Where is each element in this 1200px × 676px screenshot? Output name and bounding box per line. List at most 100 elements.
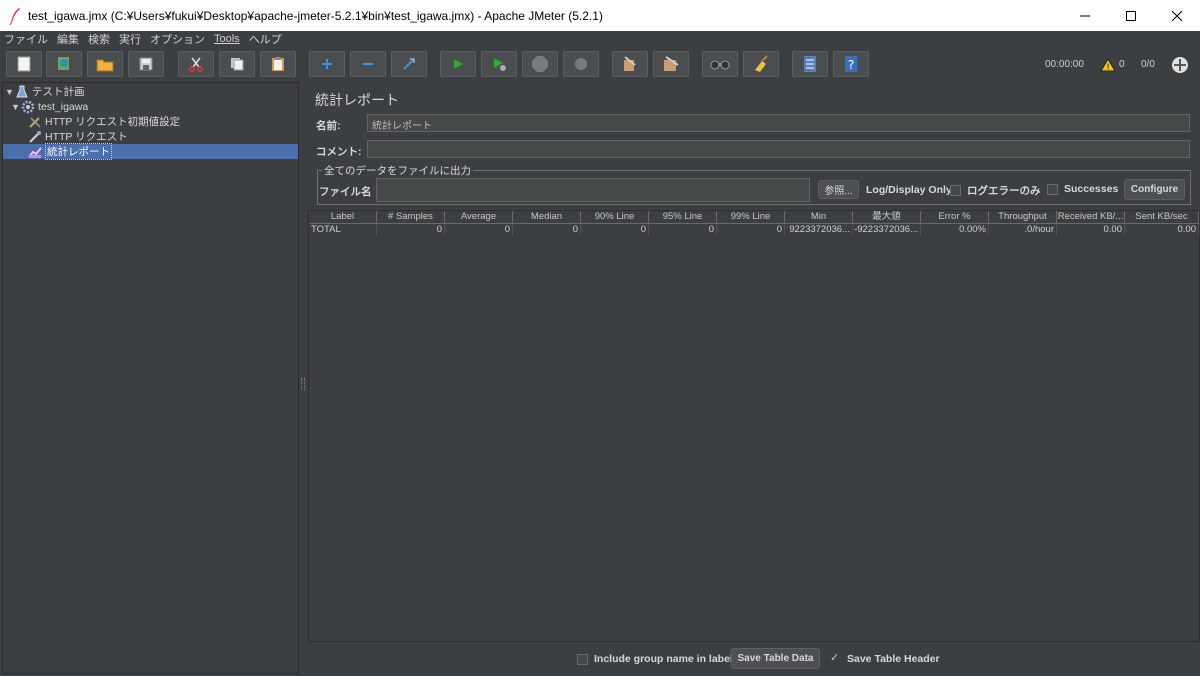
svg-text:?: ? (848, 58, 854, 72)
stop-button[interactable] (522, 51, 558, 77)
save-table-header-label: Save Table Header (847, 653, 940, 665)
search-button[interactable] (702, 51, 738, 77)
table-actions-bar: Include group name in label? Save Table … (307, 642, 1200, 676)
menu-tools[interactable]: Tools (214, 33, 240, 45)
table-header: Label # Samples Average Median 90% Line … (309, 211, 1199, 224)
column-header[interactable]: 95% Line (649, 211, 717, 224)
paste-icon (272, 57, 284, 71)
new-button[interactable] (6, 51, 42, 77)
column-header[interactable]: Sent KB/sec (1125, 211, 1199, 224)
tree-label: HTTP リクエスト初期値設定 (45, 116, 181, 128)
shutdown-button[interactable] (563, 51, 599, 77)
pane-splitter[interactable] (299, 82, 307, 674)
save-table-data-button[interactable]: Save Table Data (731, 648, 820, 669)
column-header[interactable]: Median (513, 211, 581, 224)
column-header[interactable]: 最大値 (853, 211, 921, 224)
collapse-button[interactable] (350, 51, 386, 77)
toggle-icon (403, 58, 415, 70)
clear-button[interactable] (612, 51, 648, 77)
toggle-button[interactable] (391, 51, 427, 77)
save-button[interactable] (128, 51, 164, 77)
column-header[interactable]: 99% Line (717, 211, 785, 224)
open-button[interactable] (87, 51, 123, 77)
tree-label-selected: 統計レポート (45, 143, 112, 160)
save-table-header-checkbox[interactable] (830, 651, 841, 665)
summary-report-panel: 統計レポート 名前: 統計レポート コメント: 全てのデータをファイルに出力 フ… (307, 82, 1200, 676)
expand-button[interactable] (309, 51, 345, 77)
reset-search-button[interactable] (743, 51, 779, 77)
table-cell: 9223372036... (785, 224, 853, 236)
table-row[interactable]: TOTAL 0 0 0 0 0 0 9223372036... -9223372… (309, 224, 1199, 236)
save-table-header-checkbox-wrap[interactable]: Save Table Header (830, 651, 940, 666)
help-button[interactable]: ? (833, 51, 869, 77)
window-title: test_igawa.jmx (C:¥Users¥fukui¥Desktop¥a… (28, 8, 603, 23)
listener-chart-icon (28, 146, 42, 158)
svg-text:!: ! (1107, 62, 1110, 71)
warning-icon: ! (1100, 57, 1116, 71)
templates-button[interactable] (46, 51, 82, 77)
splitter-grip-icon (301, 378, 305, 390)
test-plan-flask-icon (16, 85, 28, 97)
include-group-label: Include group name in label? (594, 653, 740, 665)
remote-status[interactable] (1171, 47, 1189, 82)
filename-input[interactable] (376, 178, 810, 202)
start-button[interactable] (440, 51, 476, 77)
table-cell: -9223372036... (853, 224, 921, 236)
clear-all-button[interactable] (653, 51, 689, 77)
collapse-arrow-icon[interactable]: ▼ (5, 87, 15, 97)
function-helper-button[interactable] (792, 51, 828, 77)
copy-button[interactable] (219, 51, 255, 77)
comment-input[interactable] (367, 140, 1190, 158)
column-header[interactable]: Received KB/... (1057, 211, 1125, 224)
table-cell: TOTAL (309, 224, 377, 236)
column-header[interactable]: Error % (921, 211, 989, 224)
collapse-arrow-icon[interactable]: ▼ (11, 102, 21, 112)
include-group-checkbox-wrap[interactable]: Include group name in label? (577, 653, 739, 665)
configure-button[interactable]: Configure (1124, 179, 1185, 200)
include-group-checkbox[interactable] (577, 653, 588, 665)
column-header[interactable]: Min (785, 211, 853, 224)
column-header[interactable]: 90% Line (581, 211, 649, 224)
tree-item-thread-group[interactable]: ▼ test_igawa (11, 99, 88, 114)
column-header[interactable]: # Samples (377, 211, 445, 224)
paste-button[interactable] (260, 51, 296, 77)
browse-button[interactable]: 参照... (818, 180, 859, 199)
new-icon (17, 56, 31, 72)
menu-file[interactable]: ファイル (4, 31, 48, 47)
cut-button[interactable] (178, 51, 214, 77)
name-label: 名前: (316, 120, 341, 132)
successes-label: Successes (1064, 183, 1119, 195)
close-button[interactable] (1154, 0, 1200, 31)
tree-item-test-plan[interactable]: ▼ テスト計画 (5, 84, 85, 99)
menu-search[interactable]: 検索 (88, 31, 110, 47)
start-icon (454, 59, 463, 69)
search-icon (710, 60, 730, 70)
tree-item-summary-report[interactable]: 統計レポート (3, 143, 298, 160)
maximize-button[interactable] (1108, 0, 1154, 31)
column-header[interactable]: Average (445, 211, 513, 224)
column-header[interactable]: Throughput (989, 211, 1057, 224)
open-icon (96, 59, 114, 72)
column-header[interactable]: Label (309, 211, 377, 224)
errors-only-checkbox[interactable] (950, 185, 961, 196)
successes-checkbox[interactable] (1047, 183, 1058, 195)
name-input[interactable]: 統計レポート (367, 114, 1190, 132)
function-helper-icon (804, 56, 816, 72)
menu-help[interactable]: ヘルプ (249, 31, 282, 47)
tree-item-http-defaults[interactable]: HTTP リクエスト初期値設定 (28, 114, 180, 129)
start-no-pauses-button[interactable] (481, 51, 517, 77)
tree-label: test_igawa (38, 100, 89, 113)
successes-checkbox-wrap[interactable]: Successes (1047, 183, 1118, 195)
shutdown-icon (575, 58, 587, 70)
menu-options[interactable]: オプション (150, 31, 205, 47)
write-results-legend: 全てのデータをファイルに出力 (322, 163, 473, 178)
tree-item-http-request[interactable]: HTTP リクエスト (28, 129, 128, 144)
errors-only-checkbox-wrap[interactable]: ログエラーのみ (950, 183, 1041, 198)
table-cell: 0 (513, 224, 581, 236)
menu-run[interactable]: 実行 (119, 31, 141, 47)
menu-edit[interactable]: 編集 (57, 31, 79, 47)
close-icon (1172, 10, 1182, 21)
minimize-button[interactable] (1062, 0, 1108, 31)
warning-indicator[interactable]: ! 0 (1100, 47, 1125, 82)
jmeter-feather-icon (9, 7, 20, 25)
